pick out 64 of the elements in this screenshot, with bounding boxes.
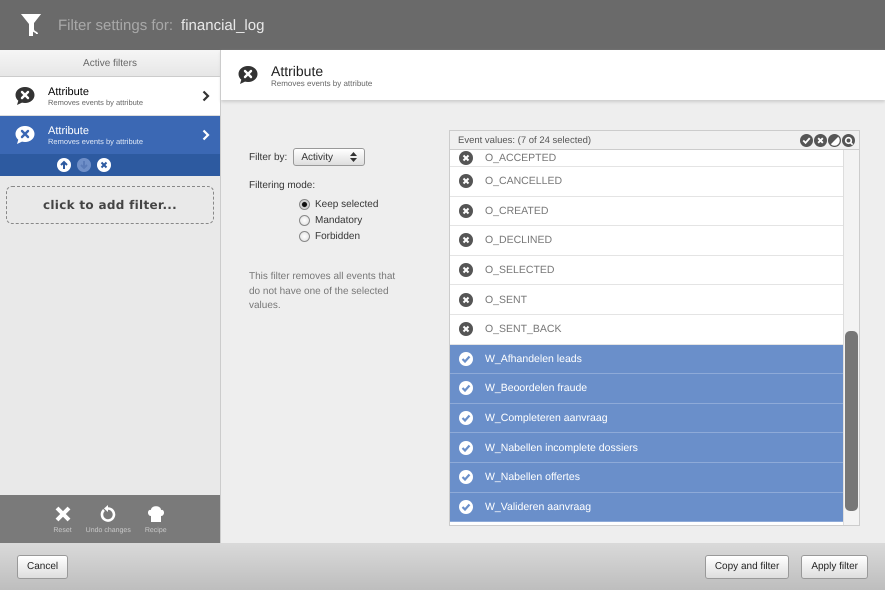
filter-title: Attribute [48,124,90,136]
check-icon [459,440,473,455]
value-row[interactable]: W_Valideren aanvraag [450,492,843,522]
value-row[interactable]: W_Nabellen offertes [450,462,843,493]
mode-radio[interactable]: Mandatory [299,215,399,226]
header-label: Filter settings for: [58,16,174,34]
chat-close-icon [237,65,259,85]
chevron-icon [202,129,210,141]
chat-close-icon [14,86,36,106]
filter-by-label: Filter by: [249,152,288,162]
value-row[interactable]: W_Completeren aanvraag [450,404,843,434]
search-icon[interactable] [842,134,855,146]
value-row[interactable]: O_DECLINED [450,226,843,256]
remove-icon[interactable] [97,158,111,172]
mode-radio[interactable]: Forbidden [299,231,399,242]
filter-title: Attribute [48,86,90,98]
check-icon [459,381,473,396]
mode-label: Filtering mode: [249,180,316,191]
apply-filter-button[interactable]: Apply filter [801,554,868,578]
detail-title: Attribute [271,62,324,78]
up-arrow-icon[interactable] [57,158,71,172]
funnel-icon [20,12,42,38]
undo-icon [99,504,118,522]
value-row[interactable]: O_SENT [450,285,843,315]
check-icon [459,470,473,484]
remove-icon [459,151,473,165]
cancel-button[interactable]: Cancel [17,554,68,578]
remove-icon [459,174,473,188]
close-icon [54,504,72,522]
remove-icon [459,233,473,248]
value-row[interactable]: O_CREATED [450,196,843,226]
values-title: Event values: (7 of 24 selected) [458,134,592,146]
clear-all-icon[interactable] [814,134,827,146]
remove-icon [459,292,473,307]
remove-icon [459,322,473,336]
check-all-icon[interactable] [800,134,813,146]
invert-icon[interactable] [828,134,841,146]
check-icon [459,411,473,426]
radio-circle[interactable] [299,215,310,226]
chat-close-icon [14,125,36,145]
value-row[interactable]: O_CANCELLED [450,167,843,197]
value-row[interactable]: W_Nabellen incomplete dossiers [450,433,843,463]
add-filter-button[interactable]: click to add filter... [6,186,214,224]
check-icon [459,352,473,366]
value-row[interactable]: W_Afhandelen leads [450,344,843,374]
description-text: This filter removes all events that do not have one of the selected values. [249,270,396,313]
mode-radio[interactable]: Keep selected [299,199,399,210]
remove-icon [459,263,473,278]
attribute-dropdown[interactable]: Activity [293,148,366,166]
check-icon [459,500,473,514]
radio-circle[interactable] [299,199,310,210]
radio-circle[interactable] [299,231,310,242]
log-name: financial_log [181,16,264,34]
chevron-icon [202,90,210,102]
value-row[interactable]: O_ACCEPTED [450,150,843,167]
detail-subtitle: Removes events by attribute [271,78,372,88]
sidebar-title: Active filters [0,50,220,77]
value-row[interactable]: W_Beoordelen fraude [450,374,843,404]
remove-icon [459,204,473,218]
scrollbar[interactable] [843,150,859,525]
copy-and-filter-button[interactable]: Copy and filter [704,554,790,578]
updown-icon [350,152,358,162]
value-row[interactable]: O_SELECTED [450,256,843,286]
chef-hat-icon [146,504,166,522]
